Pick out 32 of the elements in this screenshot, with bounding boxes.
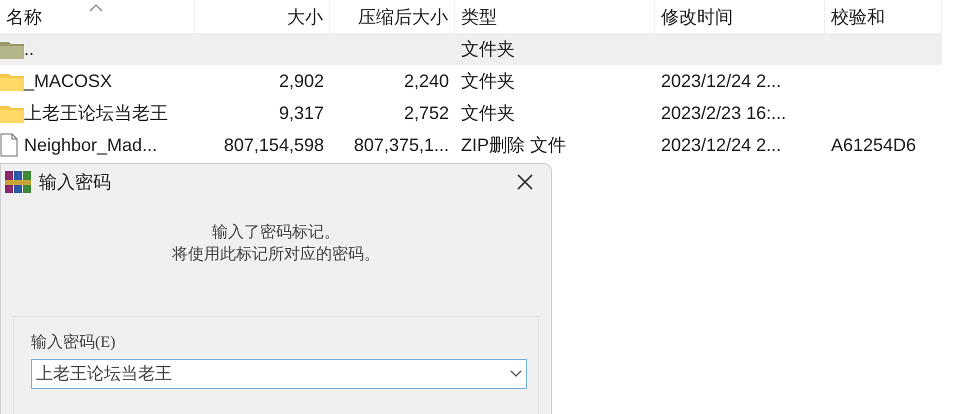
table-cell: ZIP删除 文件: [461, 134, 566, 154]
table-cell: 2023/12/24 2...: [661, 134, 782, 154]
close-icon: [516, 173, 534, 191]
table-cell: 2,240: [404, 70, 449, 90]
table-cell: 文件夹: [461, 70, 515, 90]
table-cell: 文件夹: [461, 38, 515, 58]
dialog-message: 输入了密码标记。: [212, 222, 340, 243]
file-icon: [0, 133, 18, 157]
dropdown-caret-icon: [510, 370, 522, 378]
file-row[interactable]: .. 文件夹: [0, 33, 942, 65]
dialog-message: 将使用此标记所对应的密码。: [172, 244, 380, 265]
password-combo-box[interactable]: 上老王论坛当老王: [31, 359, 527, 389]
table-cell: 807,154,598: [224, 134, 324, 154]
file-name: _MACOSX: [24, 70, 112, 92]
file-name: 上老王论坛当老王: [24, 102, 168, 124]
folder-icon: [0, 71, 24, 91]
field-label: 输入密码(E): [31, 332, 116, 353]
table-cell: 2,752: [404, 102, 449, 122]
file-name: ..: [24, 38, 34, 60]
table-cell: 2023/2/23 16:...: [661, 102, 786, 122]
table-cell: A61254D6: [831, 134, 916, 154]
table-cell: 2023/12/24 2...: [661, 70, 782, 90]
folder-icon: [0, 103, 24, 123]
dialog-title: 输入密码: [39, 170, 111, 194]
table-cell: 2,902: [278, 70, 324, 90]
table-cell: 807,375,1...: [354, 134, 449, 154]
table-cell: 9,317: [278, 102, 324, 122]
password-input[interactable]: 上老王论坛当老王: [36, 361, 510, 387]
books-icon: [5, 171, 31, 193]
table-cell: 文件夹: [461, 102, 515, 122]
file-name: Neighbor_Mad...: [24, 134, 158, 157]
folder-icon: [0, 39, 24, 59]
